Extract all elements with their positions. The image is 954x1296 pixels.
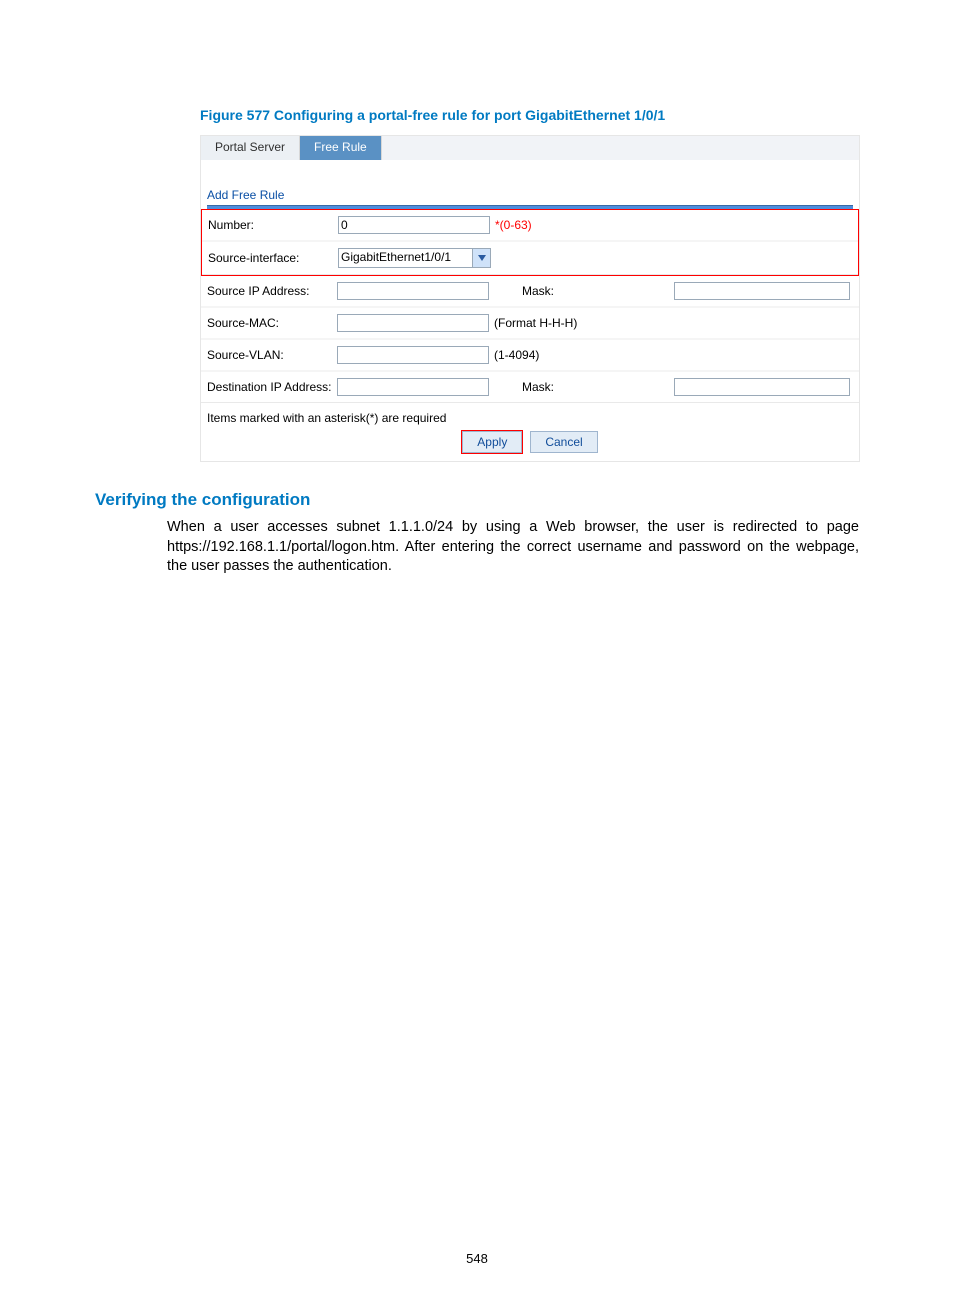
config-screenshot-panel: Portal Server Free Rule Add Free Rule Nu… (200, 135, 860, 462)
input-source-vlan[interactable] (337, 346, 489, 364)
label-dest-ip-mask: Mask: (494, 380, 554, 394)
body-paragraph: When a user accesses subnet 1.1.1.0/24 b… (167, 518, 859, 577)
button-row: Apply Cancel (201, 431, 859, 453)
range-source-vlan: (1-4094) (490, 348, 674, 362)
label-source-mac: Source-MAC: (207, 316, 337, 330)
input-source-mac[interactable] (337, 314, 489, 332)
cancel-button[interactable]: Cancel (530, 431, 597, 453)
input-number[interactable] (338, 216, 490, 234)
select-source-interface-value: GigabitEthernet1/0/1 (339, 249, 472, 267)
form-area: Number: *(0-63) Source-interface: Gigabi… (201, 209, 859, 403)
label-number: Number: (208, 218, 338, 232)
tab-free-rule[interactable]: Free Rule (300, 136, 382, 160)
input-source-ip-mask[interactable] (674, 282, 850, 300)
apply-button[interactable]: Apply (462, 431, 522, 453)
label-source-interface: Source-interface: (208, 251, 338, 265)
range-number: *(0-63) (495, 218, 532, 232)
label-source-ip: Source IP Address: (207, 284, 337, 298)
section-add-free-rule: Add Free Rule (207, 188, 859, 202)
figure-caption: Figure 577 Configuring a portal-free rul… (200, 107, 859, 123)
input-dest-ip[interactable] (337, 378, 489, 396)
label-source-ip-mask: Mask: (494, 284, 554, 298)
input-dest-ip-mask[interactable] (674, 378, 850, 396)
label-source-vlan: Source-VLAN: (207, 348, 337, 362)
required-note: Items marked with an asterisk(*) are req… (207, 411, 859, 425)
format-source-mac: (Format H-H-H) (490, 316, 674, 330)
page-number: 548 (0, 1251, 954, 1266)
chevron-down-icon (472, 249, 490, 267)
tab-portal-server[interactable]: Portal Server (201, 136, 300, 160)
input-source-ip[interactable] (337, 282, 489, 300)
select-source-interface[interactable]: GigabitEthernet1/0/1 (338, 248, 491, 268)
label-dest-ip: Destination IP Address: (207, 380, 337, 394)
tab-spacer (382, 136, 859, 160)
heading-verifying: Verifying the configuration (95, 490, 859, 510)
tab-row: Portal Server Free Rule (201, 136, 859, 160)
